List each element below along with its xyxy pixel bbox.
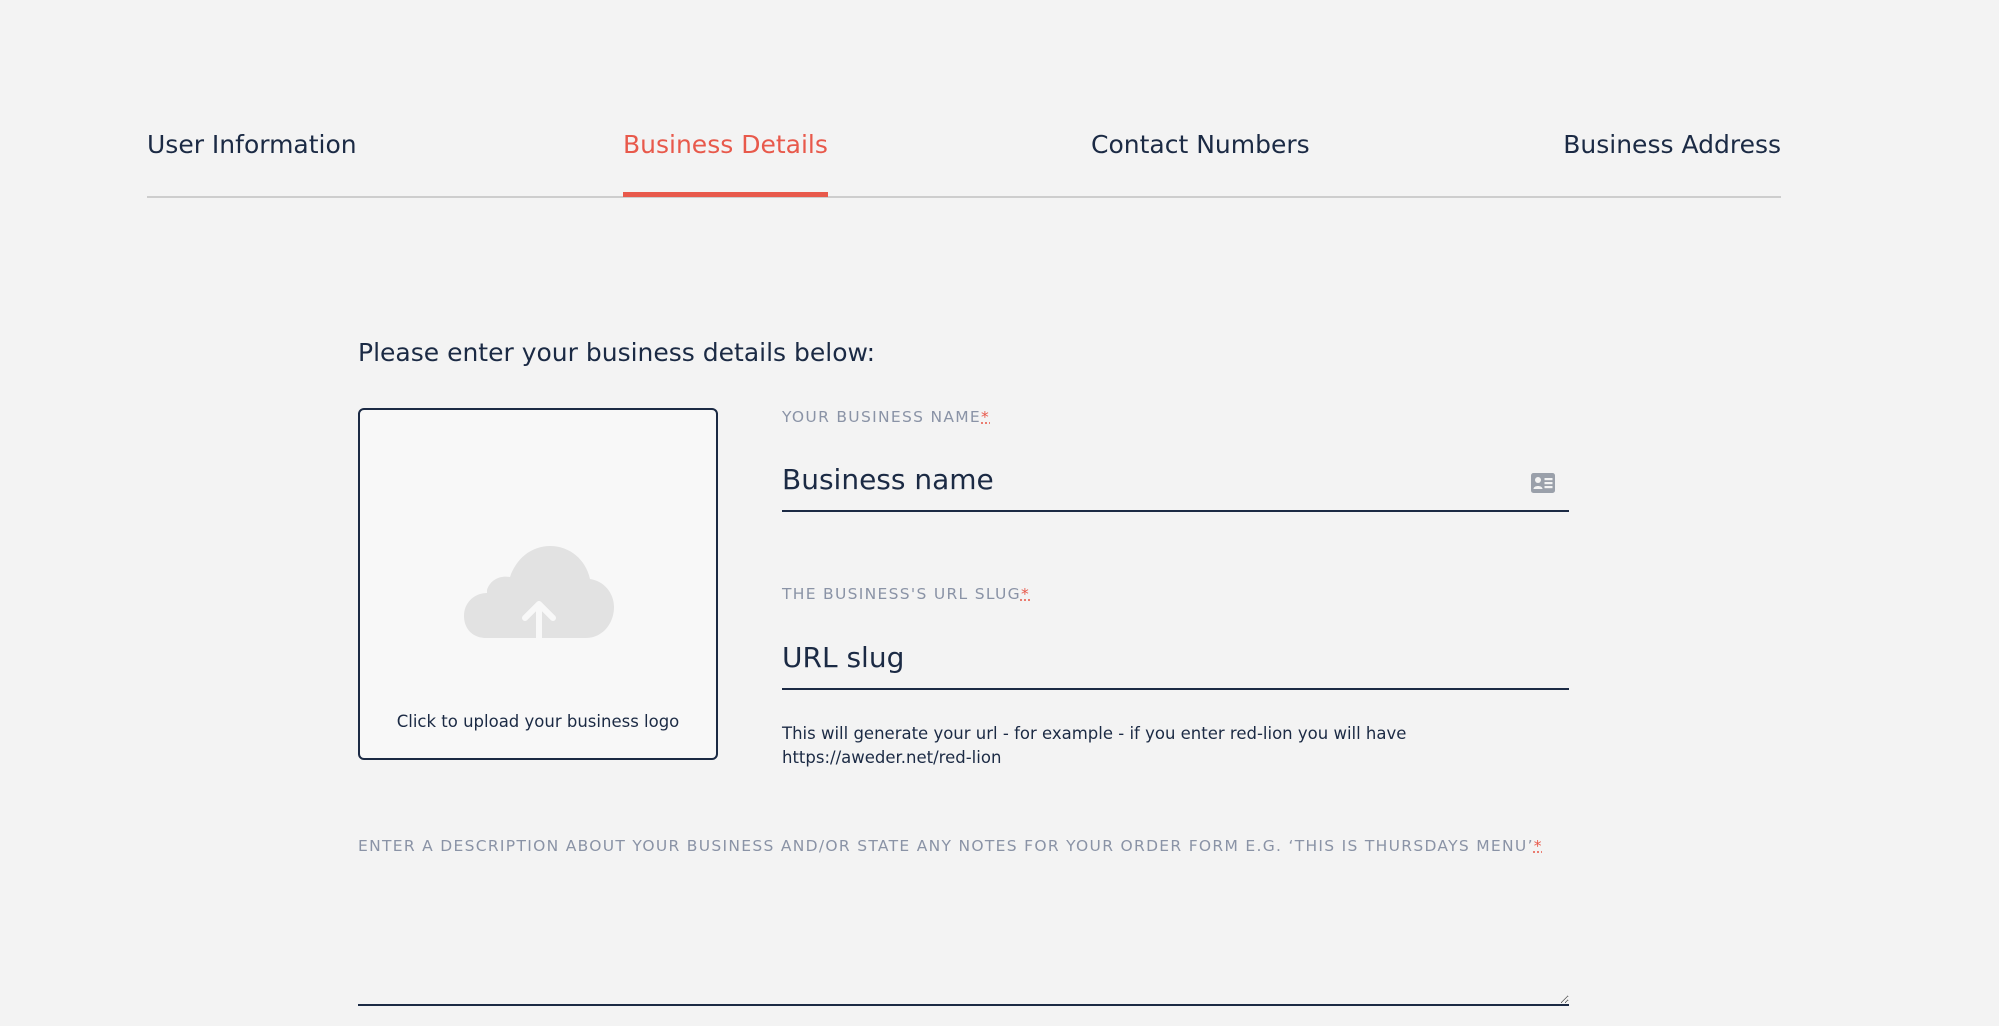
- business-name-label-text: YOUR BUSINESS NAME: [782, 408, 982, 426]
- step-tabs: User Information Business Details Contac…: [147, 108, 1781, 198]
- form-intro-text: Please enter your business details below…: [358, 338, 876, 367]
- description-label-text: ENTER A DESCRIPTION ABOUT YOUR BUSINESS …: [358, 837, 1534, 855]
- url-slug-input[interactable]: [782, 634, 1569, 690]
- upload-logo-label: Click to upload your business logo: [396, 712, 680, 731]
- logo-upload-dropzone[interactable]: Click to upload your business logo: [358, 408, 718, 760]
- tab-business-address[interactable]: Business Address: [1563, 128, 1781, 162]
- cloud-upload-icon: [464, 546, 614, 638]
- active-tab-indicator: [623, 192, 828, 197]
- url-slug-label: THE BUSINESS'S URL SLUG*: [782, 585, 1030, 603]
- business-details-page: User Information Business Details Contac…: [0, 0, 1999, 1026]
- url-slug-hint: This will generate your url - for exampl…: [782, 724, 1407, 767]
- description-label: ENTER A DESCRIPTION ABOUT YOUR BUSINESS …: [358, 837, 1543, 855]
- required-marker: *: [1020, 585, 1031, 603]
- business-name-input[interactable]: [782, 456, 1569, 512]
- tab-user-information[interactable]: User Information: [147, 128, 357, 162]
- tab-business-details[interactable]: Business Details: [623, 128, 828, 162]
- required-marker: *: [981, 408, 991, 426]
- business-name-label: YOUR BUSINESS NAME*: [782, 408, 990, 426]
- tab-contact-numbers[interactable]: Contact Numbers: [1091, 128, 1310, 162]
- url-slug-label-text: THE BUSINESS'S URL SLUG: [782, 585, 1021, 603]
- id-card-icon[interactable]: [1530, 472, 1556, 494]
- required-marker: *: [1533, 837, 1543, 855]
- description-textarea[interactable]: [358, 872, 1569, 1006]
